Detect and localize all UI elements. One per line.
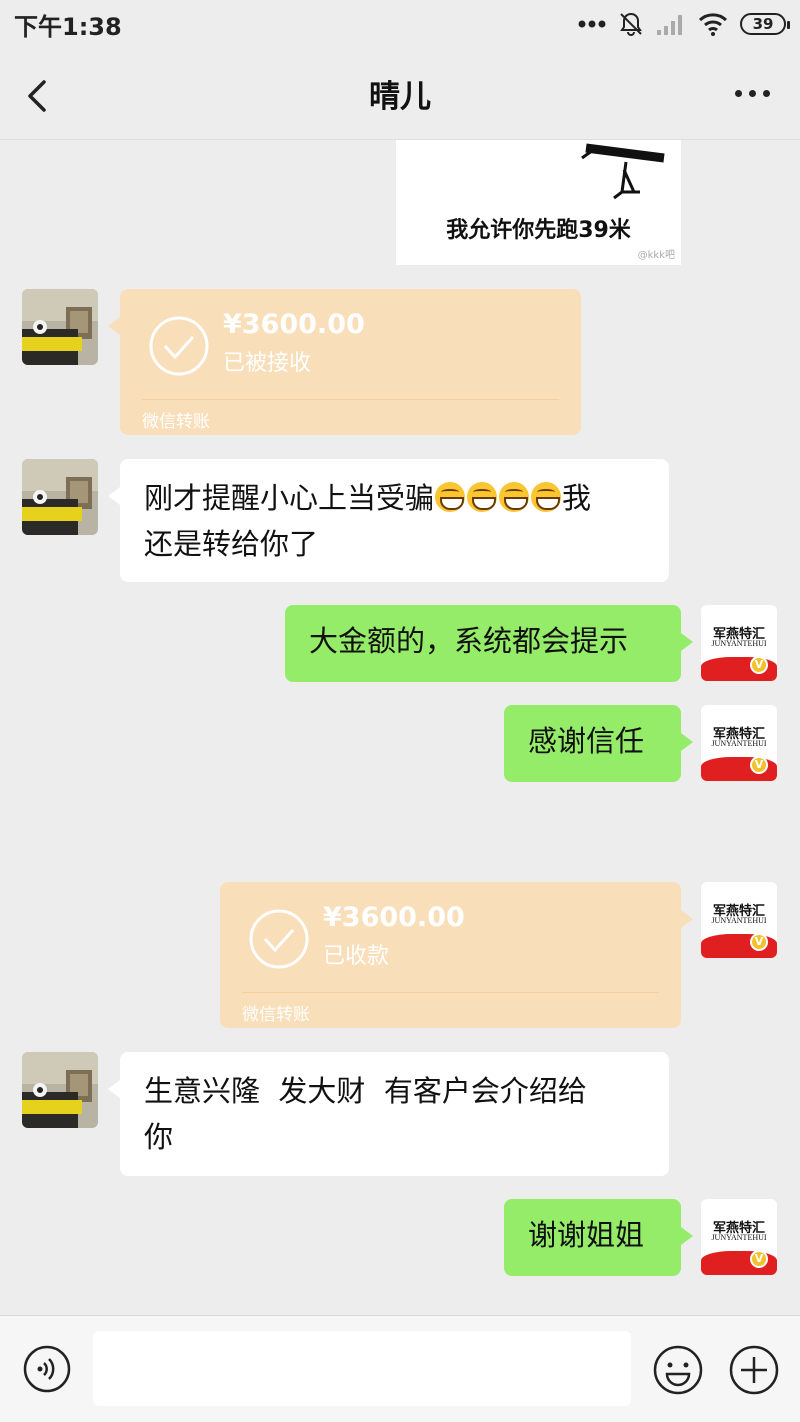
- message-input[interactable]: [93, 1331, 631, 1406]
- plus-icon[interactable]: [728, 1344, 780, 1396]
- message-text-part: 我: [562, 481, 592, 515]
- message-text: 谢谢姐姐: [528, 1218, 645, 1252]
- input-bar: [0, 1315, 800, 1422]
- brand-logo-subtext: JUNYANTEHUI: [711, 639, 767, 648]
- more-dots-icon[interactable]: [735, 90, 770, 97]
- sticker-message[interactable]: 我允许你先跑39米 @kkk吧: [396, 140, 681, 265]
- message-text-part: 你: [144, 1120, 174, 1154]
- transfer-amount: ¥3600.00: [323, 902, 465, 933]
- transfer-footer: 微信转账: [242, 1005, 310, 1025]
- chevron-left-icon[interactable]: [18, 76, 58, 116]
- message-bubble-outgoing[interactable]: 感谢信任: [504, 705, 693, 782]
- self-avatar[interactable]: 军燕特汇 JUNYANTEHUI V: [701, 705, 777, 781]
- grin-emoji-icon: [499, 482, 530, 512]
- contact-avatar-image: [22, 459, 98, 535]
- self-avatar[interactable]: 军燕特汇 JUNYANTEHUI V: [701, 605, 777, 681]
- contact-avatar-image: [22, 1052, 98, 1128]
- voice-icon[interactable]: [22, 1344, 72, 1394]
- battery-level: 39: [752, 15, 774, 33]
- wifi-icon: [698, 13, 728, 36]
- transfer-divider: [242, 992, 659, 993]
- brand-logo-subtext: JUNYANTEHUI: [711, 1233, 767, 1242]
- mute-icon: [620, 12, 642, 36]
- verified-badge-icon: V: [750, 933, 768, 951]
- grin-emoji-icon: [435, 482, 466, 512]
- message-text-part: 生意兴隆 发大财 有客户会介绍给: [144, 1074, 587, 1108]
- message-text-part: 刚才提醒小心上当受骗: [144, 481, 435, 515]
- emoji-icon[interactable]: [652, 1344, 704, 1396]
- check-circle-icon: [249, 909, 309, 969]
- message-text-part: 还是转给你了: [144, 527, 319, 561]
- message-list[interactable]: 我允许你先跑39米 @kkk吧 ¥3600.00 已被接收 微信转账 刚才提醒小…: [0, 140, 800, 1315]
- transfer-card-received[interactable]: ¥3600.00 已被接收 微信转账: [108, 289, 581, 435]
- message-bubble-outgoing[interactable]: 谢谢姐姐: [504, 1199, 693, 1276]
- transfer-amount: ¥3600.00: [223, 309, 365, 340]
- signal-icon: [657, 15, 682, 35]
- message-text: 生意兴隆 发大财 有客户会介绍给你: [144, 1068, 645, 1160]
- status-time: 下午1:38: [14, 12, 122, 41]
- message-text: 感谢信任: [528, 724, 645, 758]
- transfer-card-collected[interactable]: ¥3600.00 已收款 微信转账: [220, 882, 693, 1028]
- brand-logo-subtext: JUNYANTEHUI: [711, 916, 767, 925]
- brand-logo-subtext: JUNYANTEHUI: [711, 739, 767, 748]
- sticker-watermark: @kkk吧: [637, 250, 675, 261]
- transfer-status: 已被接收: [223, 351, 312, 376]
- self-avatar[interactable]: 军燕特汇 JUNYANTEHUI V: [701, 882, 777, 958]
- self-avatar[interactable]: 军燕特汇 JUNYANTEHUI V: [701, 1199, 777, 1275]
- battery-indicator: 39: [740, 13, 790, 35]
- grin-emoji-icon: [467, 482, 498, 512]
- transfer-divider: [142, 399, 559, 400]
- verified-badge-icon: V: [750, 1250, 768, 1268]
- transfer-footer: 微信转账: [142, 412, 210, 432]
- sticker-caption: 我允许你先跑39米: [446, 218, 631, 243]
- contact-avatar[interactable]: [22, 1052, 98, 1128]
- message-bubble-incoming[interactable]: 生意兴隆 发大财 有客户会介绍给你: [108, 1052, 669, 1176]
- stick-figure-image: [581, 143, 665, 200]
- transfer-status: 已收款: [323, 944, 390, 969]
- chat-title: 晴儿: [369, 79, 431, 115]
- message-bubble-outgoing[interactable]: 大金额的，系统都会提示: [285, 605, 693, 682]
- status-bar: 下午1:38 39: [0, 0, 800, 48]
- chat-header: 晴儿: [0, 48, 800, 140]
- status-icons: 39: [578, 11, 790, 37]
- contact-avatar[interactable]: [22, 459, 98, 535]
- verified-badge-icon: V: [750, 756, 768, 774]
- verified-badge-icon: V: [750, 656, 768, 674]
- dots-icon: [578, 20, 606, 28]
- message-text: 大金额的，系统都会提示: [309, 624, 629, 658]
- message-text: 刚才提醒小心上当受骗 我还是转给你了: [144, 475, 645, 567]
- contact-avatar-image: [22, 289, 98, 365]
- message-bubble-incoming[interactable]: 刚才提醒小心上当受骗 我还是转给你了: [108, 459, 669, 582]
- grin-emoji-icon: [531, 482, 562, 512]
- contact-avatar[interactable]: [22, 289, 98, 365]
- check-circle-icon: [149, 316, 209, 376]
